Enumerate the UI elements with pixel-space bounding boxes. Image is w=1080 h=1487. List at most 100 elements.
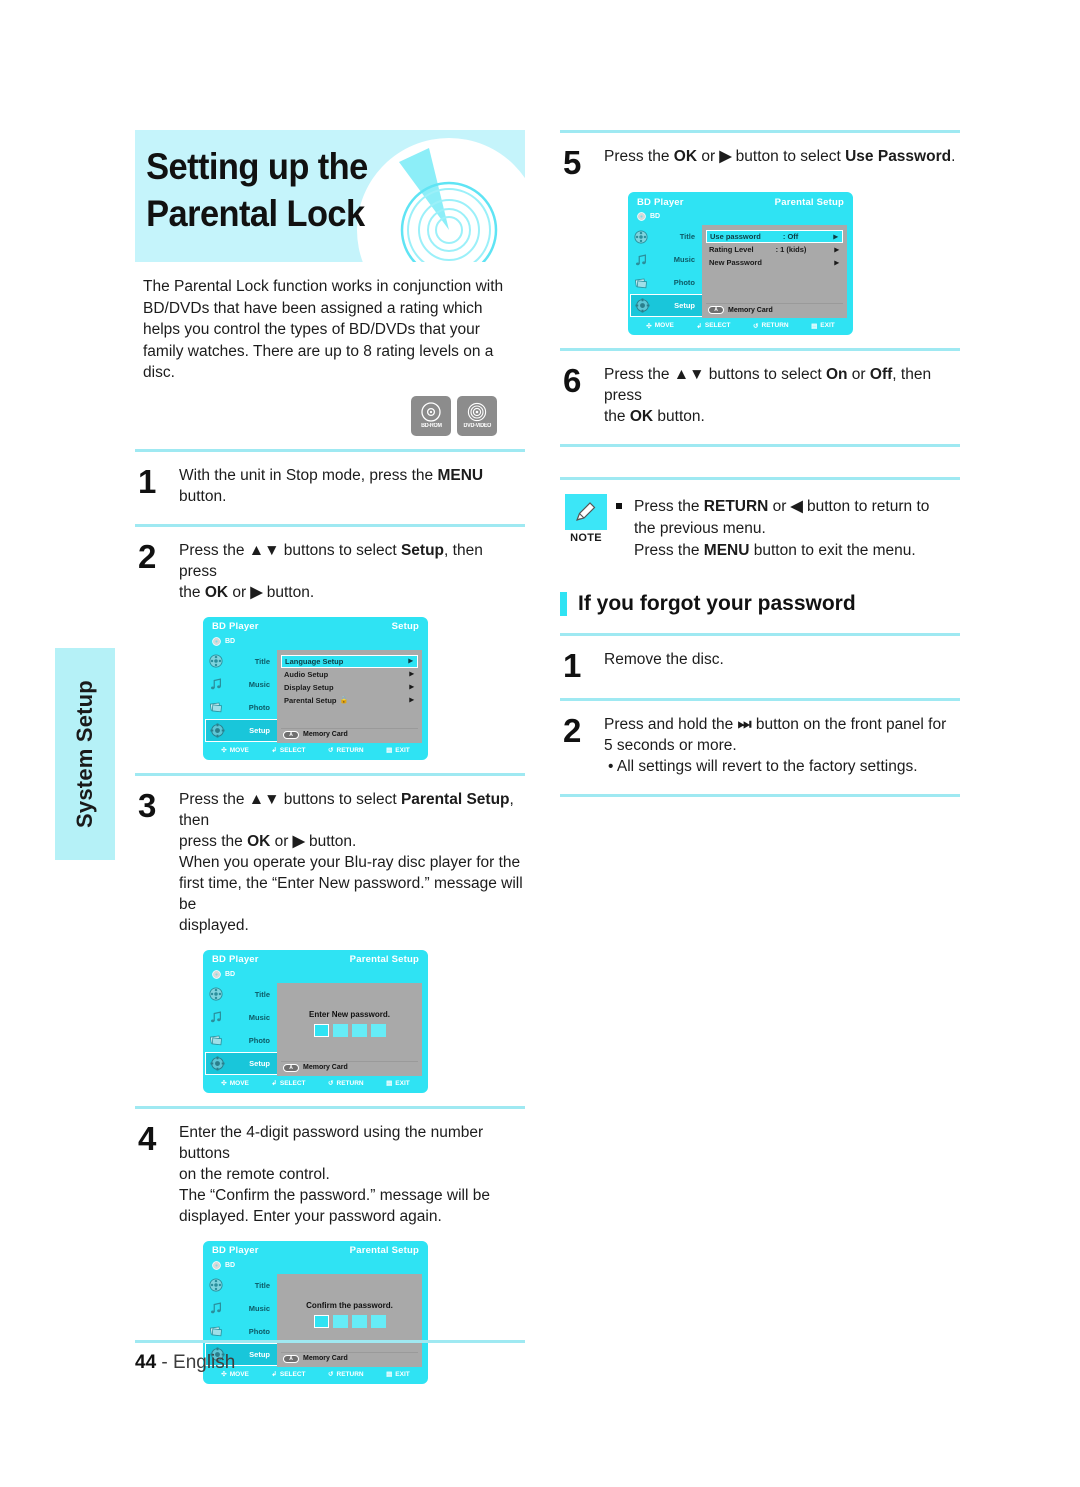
osd-footer-exit[interactable]: ▤ EXIT	[811, 322, 835, 330]
osd-nav-label: Music	[248, 1012, 270, 1022]
step-4: 4 Enter the 4-digit password using the n…	[135, 1109, 525, 1231]
page-number: 44	[135, 1352, 157, 1373]
password-boxes[interactable]	[313, 1023, 386, 1037]
osd-nav-setup[interactable]: Setup	[205, 718, 277, 742]
osd-menu-item[interactable]: Parental Setup 🔒 ▶	[281, 694, 418, 707]
osd-menu-value: : 1 (kids)	[775, 245, 807, 254]
osd-nav-photo[interactable]: Photo	[630, 271, 702, 294]
osd-source-label: BD	[650, 213, 661, 220]
osd-footer-label: EXIT	[395, 746, 410, 754]
osd-nav-setup[interactable]: Setup	[630, 294, 702, 317]
password-boxes[interactable]	[313, 1314, 386, 1328]
button-a-icon: A	[708, 306, 724, 314]
password-box[interactable]	[313, 1314, 329, 1328]
osd-screen-title: Setup	[391, 621, 419, 632]
osd-nav-music[interactable]: Music	[630, 248, 702, 271]
osd-nav-music[interactable]: Music	[205, 1297, 277, 1320]
osd-footer-move[interactable]: ✣ MOVE	[221, 1079, 249, 1088]
osd-source-row: BD	[205, 1258, 426, 1272]
osd-footer-select[interactable]: ↲ SELECT	[271, 1079, 306, 1088]
osd-footer-exit[interactable]: ▤ EXIT	[386, 746, 410, 755]
step-number: 1	[138, 462, 157, 500]
osd-nav-setup[interactable]: Setup	[205, 1051, 277, 1075]
osd-memory-card[interactable]: A Memory Card	[706, 303, 843, 315]
osd-footer-return[interactable]: ↺ RETURN	[753, 322, 789, 330]
bd-rom-disc-icon	[421, 402, 441, 422]
chevron-right-icon: ▶	[408, 658, 413, 665]
osd-menu-item-new-password[interactable]: New Password ▶	[706, 256, 843, 269]
lock-icon: 🔒	[339, 697, 349, 704]
step-2: 2 Press the ▲▼ buttons to select Setup, …	[135, 527, 525, 607]
password-box[interactable]	[332, 1023, 348, 1037]
note-block: NOTE Press the RETURN or ◀ button to ret…	[560, 480, 960, 570]
password-box[interactable]	[313, 1023, 329, 1037]
osd-nav-label: Title	[679, 232, 695, 241]
osd-nav-title[interactable]: Title	[630, 225, 702, 248]
photos-icon	[209, 702, 222, 713]
osd-memory-card-label: Memory Card	[728, 306, 773, 314]
gear-icon	[635, 298, 650, 313]
osd-nav-music[interactable]: Music	[205, 1006, 277, 1029]
film-reel-icon	[209, 1278, 223, 1292]
osd-nav-title[interactable]: Title	[205, 983, 277, 1006]
osd-menu-label: Use password	[710, 232, 761, 241]
osd-screen-title: Parental Setup	[774, 196, 844, 208]
osd-header: BD Player Setup	[205, 618, 426, 635]
button-a-icon: A	[283, 730, 299, 739]
password-box[interactable]	[370, 1023, 386, 1037]
disc-small-icon	[212, 636, 221, 646]
osd-nav: Title Music Photo Setup	[630, 223, 702, 318]
osd-nav-title[interactable]: Title	[205, 650, 277, 673]
osd-footer-return[interactable]: ↺ RETURN	[328, 1079, 364, 1088]
intro-paragraph: The Parental Lock function works in conj…	[143, 278, 504, 381]
osd-footer-label: MOVE	[229, 746, 249, 754]
note-badge: NOTE	[560, 494, 612, 544]
osd-menu-item[interactable]: Display Setup ▶	[281, 681, 418, 694]
osd-footer-move[interactable]: ✣ MOVE	[221, 746, 249, 755]
password-box[interactable]	[351, 1023, 367, 1037]
section-heading-forgot-password: If you forgot your password	[560, 570, 960, 620]
password-box[interactable]	[332, 1314, 348, 1328]
osd-nav-label: Title	[254, 656, 270, 666]
osd-content: Enter New password. A Memory Card	[277, 982, 422, 1076]
chevron-right-icon: ▶	[834, 247, 839, 253]
photos-icon	[209, 1035, 222, 1046]
osd-footer-label: SELECT	[279, 1079, 306, 1087]
osd-nav-title[interactable]: Title	[205, 1274, 277, 1297]
osd-menu-item-use-password[interactable]: Use password : Off ▶	[706, 230, 843, 243]
osd-nav: Title Music Photo Setup	[205, 647, 277, 743]
page-footer: 44 - English	[135, 1340, 525, 1374]
step-number: 4	[138, 1119, 157, 1157]
osd-nav-label: Title	[254, 989, 270, 999]
step-main-text: Press and hold the ⏭ button on the front…	[604, 716, 947, 754]
osd-nav-photo[interactable]: Photo	[205, 696, 277, 719]
password-box[interactable]	[370, 1314, 386, 1328]
title-banner: Setting up the Parental Lock	[135, 130, 525, 262]
osd-nav-label: Setup	[674, 301, 695, 310]
osd-footer-exit[interactable]: ▤ EXIT	[386, 1079, 410, 1088]
osd-nav-photo[interactable]: Photo	[205, 1029, 277, 1052]
step-number: 3	[138, 786, 157, 824]
osd-footer-move[interactable]: ✣ MOVE	[646, 322, 674, 330]
step-6: 6 Press the ▲▼ buttons to select On or O…	[560, 351, 960, 431]
osd-memory-card[interactable]: A Memory Card	[281, 1060, 418, 1073]
osd-menu-label: New Password	[709, 258, 762, 267]
osd-menu-item[interactable]: Audio Setup ▶	[281, 668, 418, 681]
osd-message: Confirm the password.	[306, 1300, 393, 1310]
osd-screenshot-parental-setup: BD Player Parental Setup BD Title Music …	[628, 192, 853, 335]
left-column: Setting up the Parental Lock The Parenta…	[135, 130, 525, 1390]
osd-nav-music[interactable]: Music	[205, 673, 277, 696]
osd-memory-card[interactable]: A Memory Card	[281, 727, 418, 740]
pencil-icon	[565, 494, 607, 530]
dpad-icon: ✣	[646, 322, 652, 330]
osd-footer-select[interactable]: ↲ SELECT	[271, 746, 305, 755]
gear-icon	[210, 722, 225, 738]
osd-menu-item-rating-level[interactable]: Rating Level : 1 (kids) ▶	[706, 243, 843, 256]
osd-footer-select[interactable]: ↲ SELECT	[696, 322, 730, 330]
password-box[interactable]	[351, 1314, 367, 1328]
section-title: If you forgot your password	[578, 592, 856, 615]
osd-footer-return[interactable]: ↺ RETURN	[328, 746, 364, 755]
osd-menu-item[interactable]: Language Setup ▶	[281, 654, 418, 668]
bd-rom-logo: BD-ROM	[411, 395, 451, 436]
disc-small-icon	[212, 969, 221, 979]
